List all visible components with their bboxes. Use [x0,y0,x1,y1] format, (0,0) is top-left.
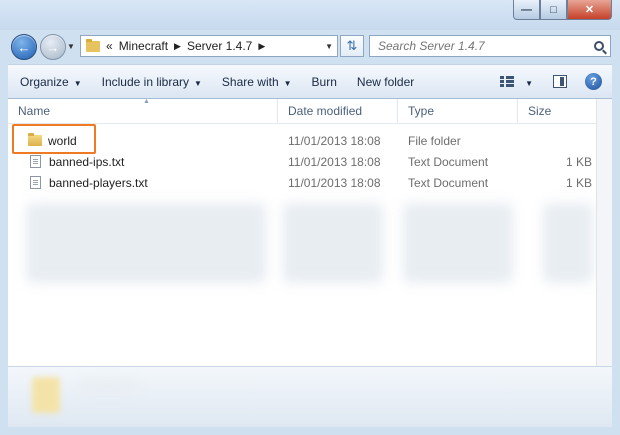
file-name: banned-players.txt [49,175,148,190]
text-file-icon [30,176,41,189]
preview-pane-icon[interactable] [553,75,567,88]
share-with-button[interactable]: Share with ▼ [222,75,292,89]
search-icon[interactable] [594,41,604,51]
search-box[interactable] [369,35,611,57]
include-in-library-button[interactable]: Include in library ▼ [102,75,202,89]
close-button[interactable]: ✕ [567,0,612,20]
breadcrumb-server[interactable]: Server 1.4.7 [187,39,252,53]
share-with-label: Share with [221,74,279,89]
file-date: 11/01/2013 18:08 [288,175,381,190]
file-size: 1 KB [565,154,592,169]
table-row-banned-players[interactable]: banned-players.txt 11/01/2013 18:08 Text… [8,172,596,193]
title-bar: — □ ✕ [0,0,620,30]
column-type[interactable]: Type [398,99,518,123]
arrow-right-icon: → [46,39,60,55]
back-button[interactable]: ← [11,34,37,60]
search-input[interactable] [376,38,590,54]
help-icon[interactable]: ? [585,73,602,90]
new-folder-button[interactable]: New folder [357,75,414,89]
minimize-icon: — [521,3,532,16]
table-row-banned-ips[interactable]: banned-ips.txt 11/01/2013 18:08 Text Doc… [8,151,596,172]
breadcrumb-minecraft[interactable]: Minecraft [119,39,168,53]
file-date: 11/01/2013 18:08 [288,154,381,169]
refresh-button[interactable]: ⇅ [340,35,364,57]
column-size[interactable]: Size [518,99,596,123]
close-icon: ✕ [584,4,595,16]
breadcrumb-overflow[interactable]: « [106,39,113,53]
folder-icon [86,38,100,52]
chevron-right-icon[interactable]: ▶ [258,41,265,52]
chevron-down-icon: ▼ [283,78,292,88]
obscured-sizes [543,203,593,283]
organize-label: Organize [20,74,69,89]
folder-icon [32,377,60,413]
file-name: banned-ips.txt [49,154,125,169]
file-date: 11/01/2013 18:08 [288,133,381,148]
chevron-down-icon: ▼ [73,78,82,88]
address-row: ← → ▼ « Minecraft ▶ Server 1.4.7 ▶ ▼ ⇅ [0,30,620,62]
file-list-pane: ▲ Name Date modified Type Size world 11/0… [8,98,612,366]
command-bar: Organize ▼ Include in library ▼ Share with… [8,64,612,99]
column-name-label: Name [18,104,51,118]
view-controls: ▼ ? [500,73,612,90]
chevron-down-icon[interactable]: ▼ [325,42,333,51]
obscured-details [78,381,138,393]
chevron-right-icon[interactable]: ▶ [174,41,181,52]
arrow-left-icon: ← [17,39,31,55]
column-header: ▲ Name Date modified Type Size [8,98,596,124]
vertical-scrollbar[interactable] [596,99,612,366]
maximize-button[interactable]: □ [540,0,567,20]
address-bar[interactable]: « Minecraft ▶ Server 1.4.7 ▶ ▼ [80,35,338,57]
file-size: 1 KB [565,175,592,190]
sort-ascending-icon: ▲ [143,98,150,105]
column-name[interactable]: ▲ Name [8,98,278,123]
include-in-library-label: Include in library [101,74,189,89]
forward-button[interactable]: → [40,34,66,60]
file-type: Text Document [408,154,489,169]
refresh-icon: ⇅ [346,38,358,53]
chevron-down-icon: ▼ [525,78,533,88]
recent-pages-dropdown[interactable]: ▼ [67,42,75,51]
highlight-annotation [12,124,96,154]
obscured-types [403,203,513,283]
file-type: Text Document [408,175,489,190]
maximize-icon: □ [550,3,557,16]
organize-button[interactable]: Organize ▼ [20,75,82,89]
text-file-icon [30,155,41,168]
view-options-dropdown[interactable]: ▼ [520,75,533,89]
minimize-button[interactable]: — [513,0,540,20]
change-view-icon[interactable] [500,75,515,88]
table-row-world[interactable]: world 11/01/2013 18:08 File folder [8,130,596,151]
chevron-down-icon: ▼ [194,78,202,88]
details-pane [8,366,612,427]
file-type: File folder [408,133,461,148]
obscured-rows [26,203,266,283]
burn-button[interactable]: Burn [312,75,337,89]
column-date-modified[interactable]: Date modified [278,99,398,123]
obscured-dates [283,203,383,283]
window-controls: — □ ✕ [513,0,612,20]
explorer-window: — □ ✕ ← → ▼ « Minecraft ▶ Server 1.4.7 ▶… [0,0,620,435]
